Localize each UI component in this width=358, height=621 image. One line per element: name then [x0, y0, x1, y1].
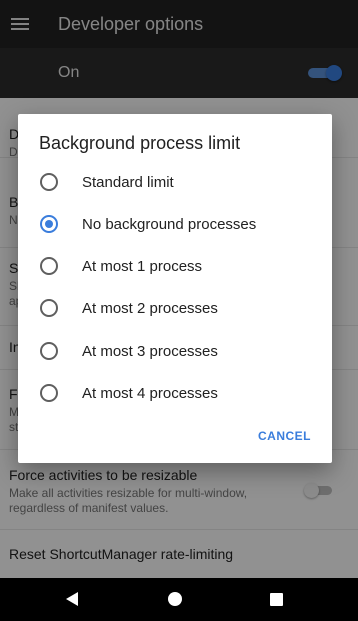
- option-label: At most 4 processes: [82, 384, 218, 402]
- option-label: At most 1 process: [82, 257, 203, 275]
- dialog-title: Background process limit: [39, 133, 241, 153]
- option-label: Standard limit: [82, 173, 174, 191]
- option-standard-limit[interactable]: Standard limit: [18, 161, 332, 203]
- option-at-most-1[interactable]: At most 1 process: [18, 245, 332, 287]
- radio-button-checked[interactable]: [40, 215, 58, 233]
- background-process-limit-dialog: Background process limit Standard limit …: [18, 114, 332, 463]
- navigation-bar: [0, 578, 358, 621]
- home-icon[interactable]: [168, 592, 182, 606]
- option-no-background[interactable]: No background processes: [18, 203, 332, 245]
- option-at-most-4[interactable]: At most 4 processes: [18, 372, 332, 414]
- option-label: At most 3 processes: [82, 342, 218, 360]
- recents-icon[interactable]: [270, 593, 283, 606]
- radio-button[interactable]: [40, 384, 58, 402]
- radio-button[interactable]: [40, 257, 58, 275]
- option-label: At most 2 processes: [82, 299, 218, 317]
- option-at-most-3[interactable]: At most 3 processes: [18, 330, 332, 372]
- radio-button[interactable]: [40, 173, 58, 191]
- option-label: No background processes: [82, 215, 257, 233]
- back-icon[interactable]: [66, 592, 78, 606]
- radio-button[interactable]: [40, 299, 58, 317]
- cancel-button[interactable]: CANCEL: [258, 429, 311, 443]
- radio-button[interactable]: [40, 342, 58, 360]
- option-at-most-2[interactable]: At most 2 processes: [18, 287, 332, 329]
